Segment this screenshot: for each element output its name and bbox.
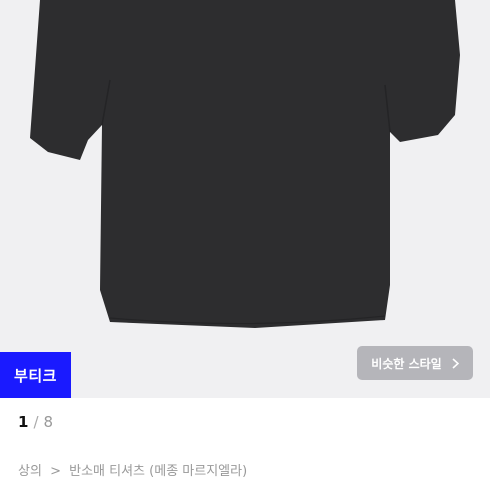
breadcrumb-category[interactable]: 상의	[18, 464, 42, 479]
pager-total: 8	[43, 413, 54, 431]
breadcrumb-brand[interactable]: (메종 마르지엘라)	[149, 464, 247, 479]
tshirt-shape	[30, 0, 460, 328]
chevron-right-icon	[452, 357, 459, 369]
boutique-badge-label: 부티크	[14, 366, 57, 385]
image-pager: 1/8	[18, 413, 53, 431]
pager-current: 1	[18, 413, 29, 431]
boutique-badge: 부티크	[0, 352, 71, 398]
tshirt-image	[30, 0, 460, 328]
breadcrumb-subcategory[interactable]: 반소매 티셔츠	[69, 464, 145, 479]
similar-style-button[interactable]: 비슷한 스타일	[357, 346, 473, 380]
pager-separator: /	[33, 413, 39, 431]
breadcrumb-separator: >	[50, 464, 61, 479]
similar-style-label: 비슷한 스타일	[371, 356, 442, 371]
product-image[interactable]	[0, 0, 490, 398]
breadcrumb: 상의 > 반소매 티셔츠 (메종 마르지엘라)	[18, 460, 247, 479]
